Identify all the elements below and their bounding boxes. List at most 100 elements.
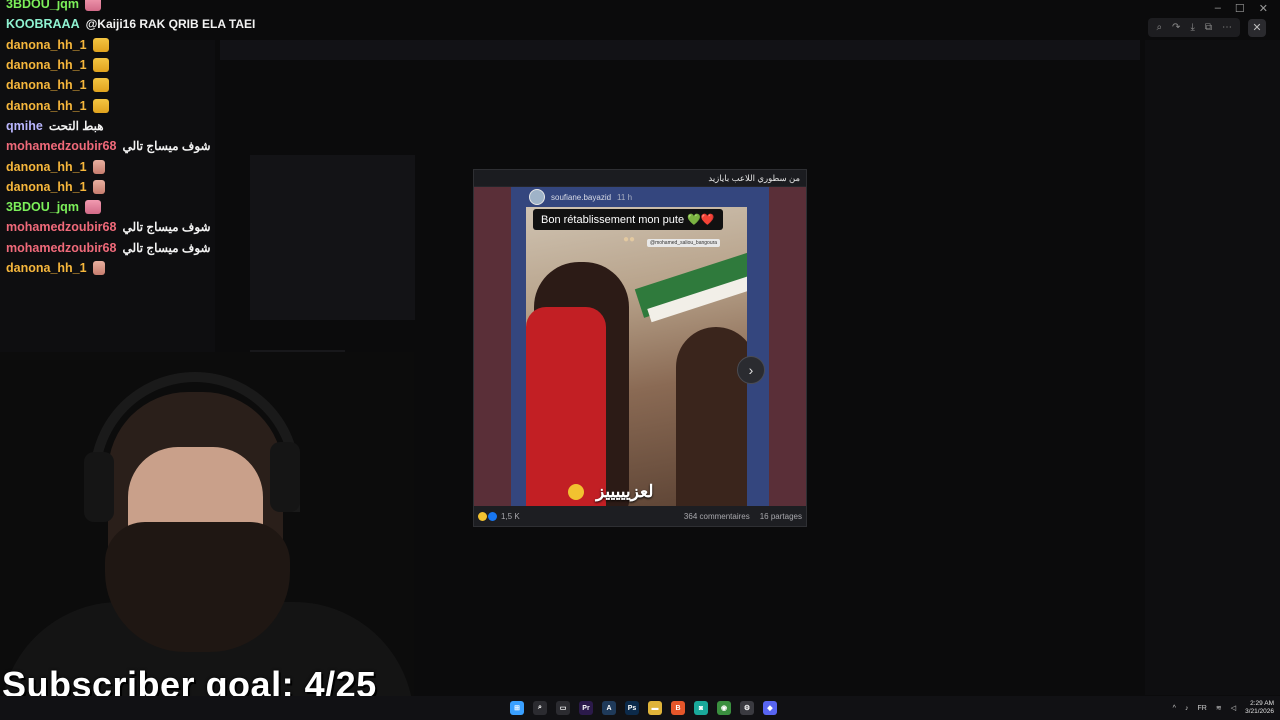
folder-icon[interactable]: ▬: [648, 701, 662, 715]
app2-icon[interactable]: ◙: [694, 701, 708, 715]
webcam-beard: [105, 522, 290, 652]
chat-emote-icon: [84, 200, 101, 215]
chat-message: mohamedzoubir68 شوف ميساج تالي: [6, 136, 306, 156]
chat-username[interactable]: danona_hh_1: [6, 38, 87, 52]
volume-icon[interactable]: ◁: [1231, 704, 1236, 712]
story-screenshot: soufiane.bayazid 11 h لعزيييييز Bon réta…: [511, 187, 769, 506]
viewer-close-button[interactable]: ✕: [1248, 18, 1266, 37]
person-right: [676, 327, 747, 506]
chat-emote-icon: [84, 0, 101, 12]
media-viewer: من سطوري اللاعب بايازيد soufiane.bayazid…: [474, 170, 806, 526]
chat-message: mohamedzoubir68 شوف ميساج تالي: [6, 217, 306, 237]
task-view-icon[interactable]: ▭: [556, 701, 570, 715]
chat-username[interactable]: danona_hh_1: [6, 58, 87, 72]
chat-message: 3BDOU_jqm: [6, 0, 306, 14]
settings-icon[interactable]: ⚙: [740, 701, 754, 715]
open-external-icon[interactable]: ⧉: [1205, 22, 1212, 33]
chat-message-text: @Kaiji16 RAK QRIB ELA TAEI: [85, 17, 256, 32]
window-close-button[interactable]: ✕: [1259, 2, 1268, 15]
chat-emote-icon: [92, 261, 105, 275]
window-controls: – ☐ ✕: [1203, 0, 1280, 16]
photoshop-icon[interactable]: Ps: [625, 701, 639, 715]
headphones: [90, 372, 300, 512]
chat-username[interactable]: 3BDOU_jqm: [6, 200, 79, 214]
chat-message: danona_hh_1: [6, 156, 306, 176]
discord-icon[interactable]: ◆: [763, 701, 777, 715]
comments-count[interactable]: 364 commentaires: [684, 512, 750, 521]
mic-icon[interactable]: ♪: [1185, 705, 1189, 712]
share-icon[interactable]: ↷: [1172, 22, 1180, 33]
chat-message: mohamedzoubir68 شوف ميساج تالي: [6, 238, 306, 258]
chat-username[interactable]: KOOBRAAA: [6, 17, 80, 31]
headphone-left-cup: [84, 452, 114, 522]
laugh-reaction-icon: [478, 511, 487, 521]
chat-message: KOOBRAAA @Kaiji16 RAK QRIB ELA TAEI: [6, 14, 306, 34]
post-caption: من سطوري اللاعب بايازيد: [474, 170, 806, 186]
taskbar: ⊞ ⌕ ▭ Pr A Ps ▬ B ◙ ◉ ⚙ ◆ ^ ♪ FR ≋ ◁ 2:29 AM 3/21/2…: [0, 696, 1280, 720]
chat-emote-icon: [92, 98, 109, 113]
story-text-bubble: Bon rétablissement mon pute 💚❤️: [533, 209, 723, 230]
language-indicator[interactable]: FR: [1197, 705, 1206, 712]
hands-emoji-icon: ●●: [623, 234, 636, 245]
chat-message-text: هبط التحت: [48, 118, 104, 133]
clock-time: 2:29 AM: [1250, 700, 1274, 707]
brave-icon[interactable]: B: [671, 701, 685, 715]
like-reaction-icon: [488, 511, 497, 521]
app-icon[interactable]: A: [602, 701, 616, 715]
chat-message-text: شوف ميساج تالي: [122, 139, 211, 154]
premiere-icon[interactable]: Pr: [579, 701, 593, 715]
story-photo: لعزيييييز: [526, 207, 747, 506]
chat-username[interactable]: danona_hh_1: [6, 78, 87, 92]
post-stats-right: 364 commentaires 16 partages: [684, 512, 802, 521]
background-right-panel: [1145, 40, 1280, 695]
clock[interactable]: 2:29 AM 3/21/2026: [1245, 700, 1274, 716]
start-icon[interactable]: ⊞: [510, 701, 524, 715]
chat-username[interactable]: danona_hh_1: [6, 160, 87, 174]
background-feed: [220, 40, 1140, 60]
chat-username[interactable]: 3BDOU_jqm: [6, 0, 79, 11]
chat-message: danona_hh_1: [6, 75, 306, 95]
chat-emote-icon: [92, 58, 109, 73]
chat-username[interactable]: danona_hh_1: [6, 99, 87, 113]
chat-username[interactable]: danona_hh_1: [6, 180, 87, 194]
chrome-icon[interactable]: ◉: [717, 701, 731, 715]
chat-message: 3BDOU_jqm: [6, 197, 306, 217]
story-username: soufiane.bayazid: [551, 192, 612, 202]
more-icon[interactable]: ⋯: [1222, 22, 1232, 33]
clock-date: 3/21/2026: [1245, 708, 1274, 715]
zoom-icon[interactable]: ⌕: [1156, 22, 1162, 33]
chat-username[interactable]: danona_hh_1: [6, 261, 87, 275]
chat-message: danona_hh_1: [6, 35, 306, 55]
system-tray: ^ ♪ FR ≋ ◁ 2:29 AM 3/21/2026: [1173, 696, 1274, 720]
chat-username[interactable]: mohamedzoubir68: [6, 241, 116, 255]
chat-username[interactable]: qmihe: [6, 119, 43, 133]
story-overlay-text: لعزيييييز: [596, 482, 654, 501]
story-header: soufiane.bayazid 11 h: [529, 189, 632, 205]
download-icon[interactable]: ⤓: [1190, 22, 1194, 33]
chat-emote-icon: [92, 159, 105, 174]
reactions-count[interactable]: 1,5 K: [501, 512, 520, 521]
maximize-button[interactable]: ☐: [1235, 2, 1245, 15]
chat-message-text: شوف ميساج تالي: [122, 220, 211, 235]
minimize-button[interactable]: –: [1215, 2, 1221, 14]
chat-message-text: شوف ميساج تالي: [122, 240, 211, 255]
avatar: [529, 189, 545, 205]
story-time: 11 h: [617, 192, 633, 202]
laughing-emoji-icon: [568, 484, 584, 500]
wifi-icon[interactable]: ≋: [1216, 704, 1222, 712]
chat-emote-icon: [92, 78, 109, 93]
search-icon[interactable]: ⌕: [533, 701, 547, 715]
chat-username[interactable]: mohamedzoubir68: [6, 139, 116, 153]
viewer-toolbar: ⌕ ↷ ⤓ ⧉ ⋯ ✕: [1148, 18, 1266, 37]
tray-chevron-icon[interactable]: ^: [1173, 705, 1176, 712]
taskbar-apps: ⊞ ⌕ ▭ Pr A Ps ▬ B ◙ ◉ ⚙ ◆: [510, 696, 777, 720]
next-image-button[interactable]: ›: [737, 356, 765, 384]
chat-message: danona_hh_1: [6, 177, 306, 197]
chat-emote-icon: [92, 179, 105, 194]
viewer-tool-group: ⌕ ↷ ⤓ ⧉ ⋯: [1148, 18, 1240, 37]
chat-message: danona_hh_1: [6, 258, 306, 278]
chat-message: danona_hh_1: [6, 95, 306, 115]
chat-username[interactable]: mohamedzoubir68: [6, 220, 116, 234]
chat-emote-icon: [92, 37, 109, 52]
shares-count[interactable]: 16 partages: [760, 512, 802, 521]
